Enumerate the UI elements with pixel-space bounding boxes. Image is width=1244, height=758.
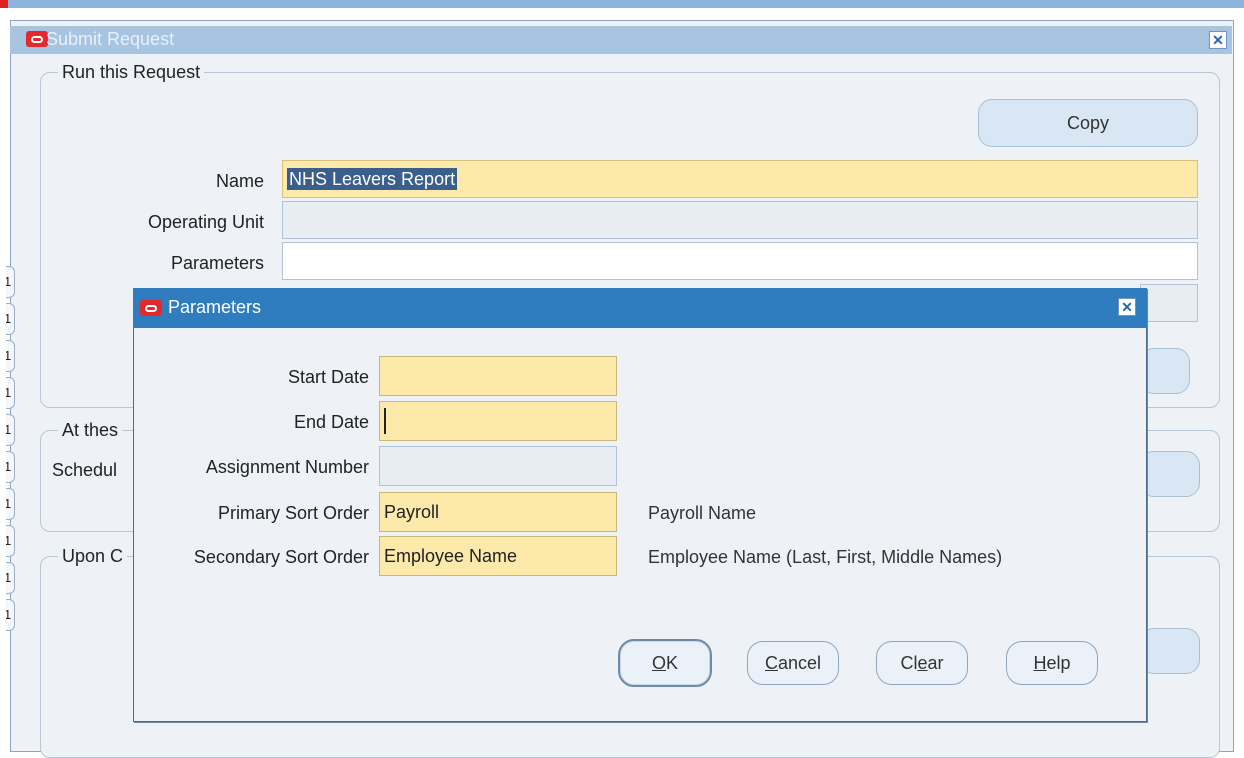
secondary-sort-order-field[interactable]: Employee Name — [379, 536, 617, 576]
copy-button[interactable]: Copy — [978, 99, 1198, 147]
corner-accent — [0, 0, 8, 8]
window-title-bar[interactable] — [10, 26, 1232, 54]
primary-sort-order-label: Primary Sort Order — [217, 503, 369, 523]
ok-label-rest: K — [666, 652, 679, 673]
top-border — [0, 0, 1244, 8]
schedule-group-label: At thes — [58, 420, 123, 441]
operating-unit-field[interactable] — [282, 201, 1198, 239]
left-edge-tab[interactable]: 1 — [6, 414, 15, 446]
parameters-dialog-title: Parameters — [168, 297, 262, 317]
left-edge-tab[interactable]: 1 — [6, 488, 15, 520]
help-button[interactable]: Help — [1006, 641, 1098, 685]
operating-unit-label: Operating Unit — [147, 212, 264, 232]
primary-sort-order-field[interactable]: Payroll — [379, 492, 617, 532]
end-date-label: End Date — [293, 412, 369, 432]
secondary-sort-order-description: Employee Name (Last, First, Middle Names… — [648, 547, 1003, 567]
completion-group-label: Upon C — [58, 546, 128, 567]
text-cursor — [384, 407, 386, 434]
parameters-dialog-title-bar[interactable] — [133, 288, 1147, 328]
start-date-label: Start Date — [287, 367, 369, 387]
completion-button[interactable] — [1140, 628, 1200, 674]
left-edge-tab[interactable]: 1 — [6, 599, 15, 631]
primary-sort-order-description: Payroll Name — [648, 503, 757, 523]
oracle-logo-icon — [26, 31, 48, 47]
clear-mnemonic: e — [917, 652, 928, 673]
ok-mnemonic: O — [651, 652, 666, 673]
end-date-field[interactable] — [379, 401, 617, 441]
left-edge-tab[interactable]: 1 — [6, 303, 15, 335]
left-edge-tab[interactable]: 1 — [6, 377, 15, 409]
help-mnemonic: H — [1033, 652, 1047, 673]
schedule-label: Schedul — [52, 460, 118, 480]
left-edge-tab[interactable]: 1 — [6, 451, 15, 483]
left-edge-tab[interactable]: 1 — [6, 525, 15, 557]
name-value: NHS Leavers Report — [287, 168, 458, 190]
schedule-button[interactable] — [1140, 451, 1200, 497]
help-label-rest: elp — [1046, 652, 1071, 673]
cancel-button[interactable]: Cancel — [747, 641, 839, 685]
parameters-label: Parameters — [170, 253, 264, 273]
ok-button[interactable]: OK — [618, 639, 712, 687]
window-title: Submit Request — [46, 29, 175, 49]
secondary-sort-order-label: Secondary Sort Order — [193, 547, 369, 567]
left-edge-tab[interactable]: 1 — [6, 562, 15, 594]
run-request-group-label: Run this Request — [58, 62, 205, 83]
cancel-label-rest: ancel — [777, 652, 822, 673]
dialog-close-icon[interactable]: ✕ — [1118, 298, 1136, 316]
clear-label-post: ar — [927, 652, 944, 673]
partial-field[interactable] — [1140, 284, 1198, 322]
oracle-logo-icon — [140, 300, 162, 316]
start-date-field[interactable] — [379, 356, 617, 396]
left-edge-tab[interactable]: 1 — [6, 266, 15, 298]
name-label: Name — [215, 171, 264, 191]
parameters-field[interactable] — [282, 242, 1198, 280]
assignment-number-label: Assignment Number — [205, 457, 369, 477]
window-close-icon[interactable]: ✕ — [1209, 31, 1227, 49]
partial-button[interactable] — [1140, 348, 1190, 394]
clear-label-pre: Cl — [900, 652, 918, 673]
assignment-number-field[interactable] — [379, 446, 617, 486]
cancel-mnemonic: C — [764, 652, 778, 673]
name-field[interactable]: NHS Leavers Report — [282, 160, 1198, 198]
left-edge-tab[interactable]: 1 — [6, 340, 15, 372]
clear-button[interactable]: Cl e ar — [876, 641, 968, 685]
